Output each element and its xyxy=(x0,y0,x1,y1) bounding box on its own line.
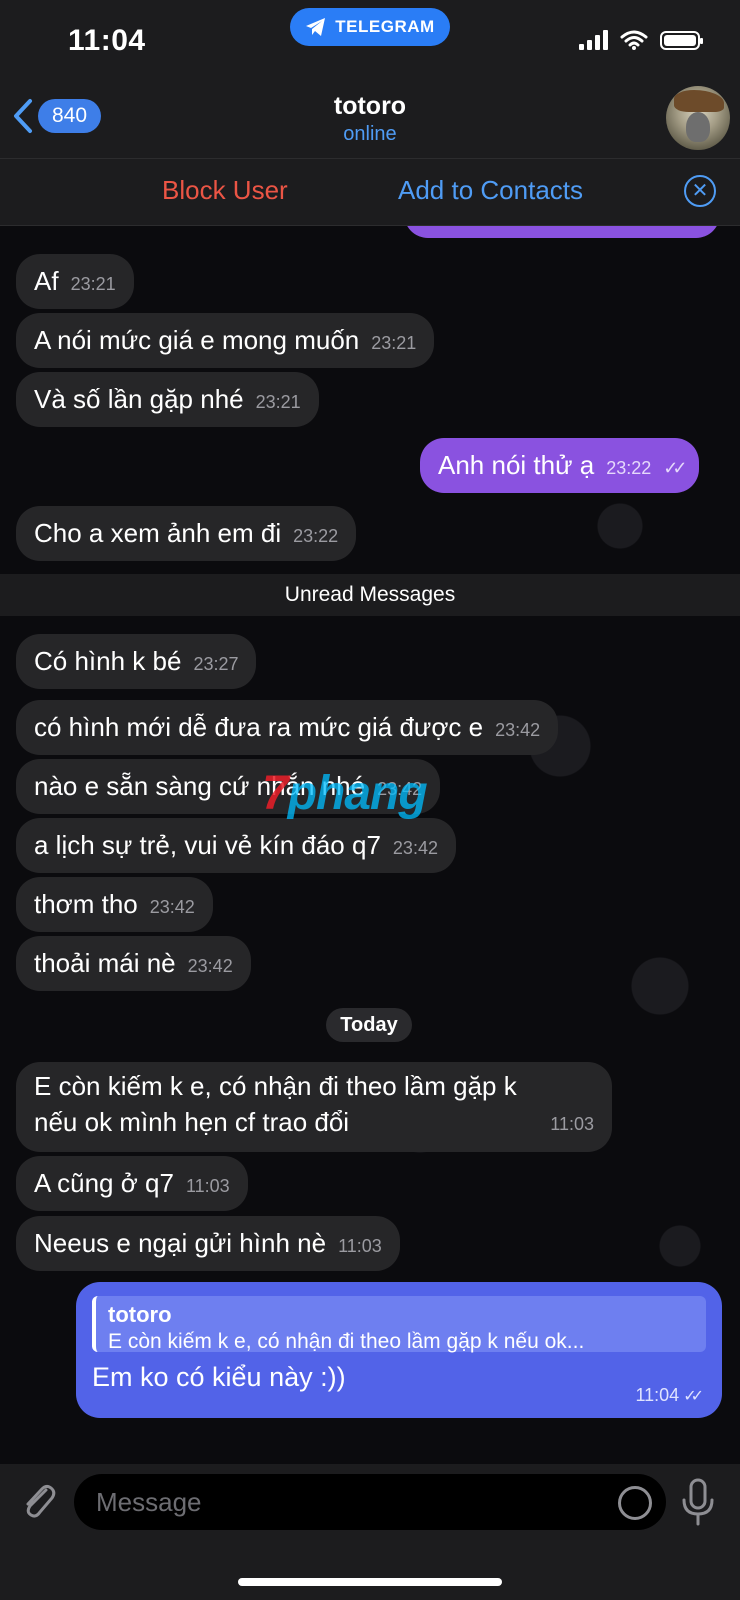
chevron-left-icon xyxy=(14,99,32,133)
unread-divider: Unread Messages xyxy=(0,574,740,616)
composer-bar: Message xyxy=(0,1464,740,1600)
message-time: 23:22 xyxy=(606,458,652,478)
message-bubble[interactable]: có hình mới dễ đưa ra mức giá được e 23:4… xyxy=(16,700,559,755)
message-bubble[interactable]: A cũng ở q7 11:03 xyxy=(16,1156,248,1211)
message-time: 11:04 xyxy=(635,1385,680,1405)
reply-message-bubble[interactable]: totoro E còn kiếm k e, có nhận đi theo l… xyxy=(76,1282,722,1418)
message-text: Neeus e ngại gửi hình nè xyxy=(34,1228,327,1258)
add-to-contacts-button[interactable]: Add to Contacts xyxy=(398,175,583,206)
message-bubble[interactable]: Neeus e ngại gửi hình nè 11:03 xyxy=(16,1216,400,1271)
chat-subtitle: online xyxy=(343,123,397,145)
signal-icon xyxy=(579,30,608,50)
message-text-line1: E còn kiếm k e, có nhận đi theo lầm gặp … xyxy=(34,1071,517,1101)
message-time: 11:03 xyxy=(550,1114,594,1134)
telegram-icon xyxy=(306,18,326,36)
message-time: 23:21 xyxy=(255,392,301,412)
message-bubble[interactable]: E còn kiếm k e, có nhận đi theo lầm gặp … xyxy=(16,1062,612,1152)
message-bubble[interactable]: Có hình k bé 23:27 xyxy=(16,634,257,689)
contact-action-bar: Block User Add to Contacts ✕ xyxy=(0,158,740,226)
status-time: 11:04 xyxy=(68,24,146,57)
reply-text: Em ko có kiểu này :)) xyxy=(92,1362,346,1392)
telegram-pill[interactable]: TELEGRAM xyxy=(290,8,450,46)
status-icons xyxy=(579,30,703,50)
message-text: Có hình k bé xyxy=(34,646,182,676)
paperclip-icon[interactable] xyxy=(16,1478,62,1524)
block-user-button[interactable]: Block User xyxy=(162,175,288,206)
status-bar: 11:04 TELEGRAM xyxy=(0,0,740,90)
message-bubble[interactable]: thơm tho 23:42 xyxy=(16,877,213,932)
message-time: 23:21 xyxy=(70,274,116,294)
message-bubble[interactable]: Af 23:21 xyxy=(16,254,134,309)
message-text: Và số lần gặp nhé xyxy=(34,384,244,414)
message-bubble-outgoing[interactable]: Anh nói thử ạ 23:22 ✓✓ xyxy=(420,438,700,493)
message-text: Anh nói thử ạ xyxy=(438,450,595,480)
message-bubble[interactable]: A nói mức giá e mong muốn 23:21 xyxy=(16,313,435,368)
chat-header: totoro online 840 xyxy=(0,86,740,158)
chat-title: totoro xyxy=(333,92,407,120)
avatar[interactable] xyxy=(666,86,730,150)
message-input[interactable]: Message xyxy=(74,1474,666,1530)
message-text: có hình mới dễ đưa ra mức giá được e xyxy=(34,712,484,742)
telegram-pill-label: TELEGRAM xyxy=(335,17,435,36)
message-text-line2: nếu ok mình hẹn cf trao đổi xyxy=(34,1107,350,1137)
wifi-icon xyxy=(620,30,648,50)
message-time: 23:42 xyxy=(392,838,438,858)
message-text: thoải mái nè xyxy=(34,948,176,978)
date-divider: Today xyxy=(326,1008,412,1042)
message-text: A nói mức giá e mong muốn xyxy=(34,325,360,355)
message-bubble[interactable]: thoải mái nè 23:42 xyxy=(16,936,251,991)
message-text: Cho a xem ảnh em đi xyxy=(34,518,282,548)
message-time: 23:42 xyxy=(149,897,195,917)
reply-quote-text: E còn kiếm k e, có nhận đi theo lầm gặp … xyxy=(108,1330,585,1353)
microphone-icon[interactable] xyxy=(680,1478,716,1526)
message-bubble-outgoing-partial[interactable] xyxy=(404,226,720,238)
reply-quote[interactable]: totoro E còn kiếm k e, có nhận đi theo l… xyxy=(92,1296,706,1353)
reply-quote-name: totoro xyxy=(108,1302,172,1327)
message-text: A cũng ở q7 xyxy=(34,1168,174,1198)
battery-icon xyxy=(660,30,703,50)
message-text: thơm tho xyxy=(34,889,138,919)
message-bubble[interactable]: Và số lần gặp nhé 23:21 xyxy=(16,372,319,427)
message-time: 23:21 xyxy=(371,333,417,353)
double-check-icon: ✓✓ xyxy=(683,1388,704,1405)
message-bubble[interactable]: Cho a xem ảnh em đi 23:22 xyxy=(16,506,357,561)
message-time: 23:22 xyxy=(293,526,339,546)
reply-time-group: 11:04 ✓✓ xyxy=(635,1385,704,1406)
message-time: 23:42 xyxy=(187,956,233,976)
close-icon[interactable]: ✕ xyxy=(684,175,716,207)
sticker-icon[interactable] xyxy=(618,1486,652,1520)
unread-count-badge: 840 xyxy=(38,99,102,133)
message-time: 23:42 xyxy=(495,720,541,740)
message-bubble[interactable]: a lịch sự trẻ, vui vẻ kín đáo q7 23:42 xyxy=(16,818,456,873)
back-button[interactable]: 840 xyxy=(12,98,102,134)
message-text: a lịch sự trẻ, vui vẻ kín đáo q7 xyxy=(34,830,381,860)
message-time: 11:03 xyxy=(338,1236,382,1256)
chat-title-group[interactable]: totoro online xyxy=(0,90,740,146)
watermark-blue: phang xyxy=(287,767,428,820)
message-time: 11:03 xyxy=(185,1176,230,1196)
home-indicator xyxy=(238,1578,502,1586)
watermark-logo: 7phang xyxy=(262,766,428,821)
watermark-red: 7 xyxy=(262,767,289,820)
chat-area[interactable]: Af 23:21 A nói mức giá e mong muốn 23:21 V… xyxy=(0,226,740,1464)
message-time: 23:27 xyxy=(193,654,239,674)
double-check-icon: ✓✓ xyxy=(663,458,687,478)
message-text: Af xyxy=(34,266,59,296)
